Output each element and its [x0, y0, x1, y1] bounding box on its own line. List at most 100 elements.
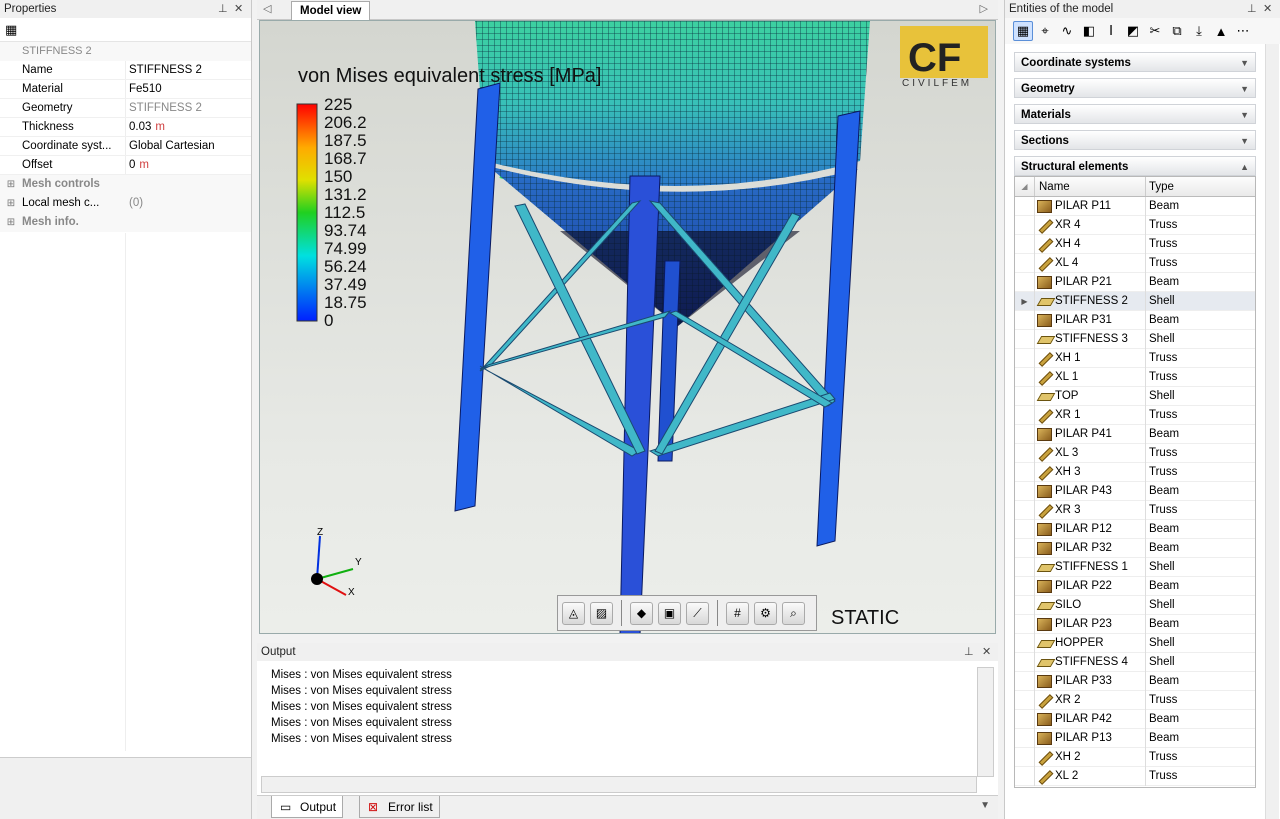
tab-model-view[interactable]: Model view: [291, 1, 371, 21]
property-row[interactable]: Material Fe510: [0, 80, 251, 99]
row-indicator[interactable]: [1015, 215, 1035, 235]
select-all-cell[interactable]: ◢: [1015, 177, 1035, 196]
support-icon[interactable]: ▲: [1211, 21, 1231, 41]
results-icon[interactable]: ▨: [590, 601, 613, 625]
output-horizontal-scrollbar[interactable]: [261, 776, 977, 793]
property-value[interactable]: STIFFNESS 2: [126, 61, 251, 79]
section-icon[interactable]: Ⅰ: [1101, 21, 1121, 41]
table-row[interactable]: XR 4 Truss: [1015, 215, 1255, 235]
mesh-icon[interactable]: #: [726, 601, 749, 625]
table-row[interactable]: PILAR P13 Beam: [1015, 728, 1255, 748]
table-row[interactable]: PILAR P33 Beam: [1015, 671, 1255, 691]
zoom-icon[interactable]: ⌕: [782, 601, 805, 625]
row-indicator[interactable]: [1015, 576, 1035, 596]
table-row[interactable]: PILAR P11 Beam: [1015, 196, 1255, 216]
property-group[interactable]: ⊞ Mesh info.: [0, 213, 251, 232]
table-row[interactable]: XR 1 Truss: [1015, 405, 1255, 425]
property-value[interactable]: 0.03 m: [126, 118, 251, 136]
output-vertical-scrollbar[interactable]: [977, 667, 994, 777]
table-row[interactable]: TOP Shell: [1015, 386, 1255, 406]
connection-icon[interactable]: ⧉: [1167, 21, 1187, 41]
table-row[interactable]: PILAR P32 Beam: [1015, 538, 1255, 558]
table-row[interactable]: STIFFNESS 4 Shell: [1015, 652, 1255, 672]
table-row[interactable]: PILAR P12 Beam: [1015, 519, 1255, 539]
row-indicator[interactable]: [1015, 329, 1035, 349]
section-materials[interactable]: Materials ▼: [1014, 104, 1256, 124]
table-row[interactable]: PILAR P41 Beam: [1015, 424, 1255, 444]
pin-icon[interactable]: ⊥: [964, 643, 974, 661]
row-indicator[interactable]: [1015, 747, 1035, 767]
curve-icon[interactable]: ∿: [1057, 21, 1077, 41]
column-header-name[interactable]: Name: [1035, 177, 1146, 196]
row-indicator[interactable]: [1015, 386, 1035, 406]
close-icon[interactable]: ✕: [1263, 0, 1272, 18]
table-row[interactable]: XH 3 Truss: [1015, 462, 1255, 482]
section-coordinate-systems[interactable]: Coordinate systems ▼: [1014, 52, 1256, 72]
line-view-icon[interactable]: ⟋: [686, 601, 709, 625]
property-group[interactable]: ⊞ Mesh controls: [0, 175, 251, 194]
expand-icon[interactable]: ⊞: [0, 213, 22, 232]
all-entities-icon[interactable]: ▦: [1013, 21, 1033, 41]
row-indicator[interactable]: [1015, 234, 1035, 254]
table-row[interactable]: XH 1 Truss: [1015, 348, 1255, 368]
expand-icon[interactable]: ⊞: [0, 175, 22, 194]
table-row[interactable]: XR 3 Truss: [1015, 500, 1255, 520]
row-indicator[interactable]: [1015, 481, 1035, 501]
pin-icon[interactable]: ⊥: [1247, 0, 1257, 18]
shell-view-icon[interactable]: ▣: [658, 601, 681, 625]
row-indicator[interactable]: [1015, 196, 1035, 216]
scroll-right-icon[interactable]: ▷: [980, 2, 988, 15]
table-row[interactable]: XR 2 Truss: [1015, 690, 1255, 710]
row-indicator[interactable]: [1015, 500, 1035, 520]
property-row[interactable]: Geometry STIFFNESS 2: [0, 99, 251, 118]
table-row[interactable]: PILAR P31 Beam: [1015, 310, 1255, 330]
close-icon[interactable]: ✕: [234, 0, 243, 18]
property-group[interactable]: ⊞ Local mesh c... (0): [0, 194, 251, 213]
table-row[interactable]: SILO Shell: [1015, 595, 1255, 615]
entities-scrollbar[interactable]: [1265, 44, 1279, 819]
table-row[interactable]: STIFFNESS 1 Shell: [1015, 557, 1255, 577]
load-icon[interactable]: ⤓: [1189, 21, 1209, 41]
row-indicator[interactable]: [1015, 538, 1035, 558]
property-value[interactable]: STIFFNESS 2: [126, 99, 251, 117]
material-cube-icon[interactable]: ◧: [1079, 21, 1099, 41]
table-row[interactable]: PILAR P23 Beam: [1015, 614, 1255, 634]
row-indicator[interactable]: [1015, 443, 1035, 463]
table-row[interactable]: XH 2 Truss: [1015, 747, 1255, 767]
table-row[interactable]: XL 2 Truss: [1015, 766, 1255, 786]
table-row[interactable]: STIFFNESS 3 Shell: [1015, 329, 1255, 349]
row-indicator[interactable]: [1015, 557, 1035, 577]
row-indicator[interactable]: [1015, 690, 1035, 710]
row-indicator[interactable]: [1015, 424, 1035, 444]
row-indicator[interactable]: [1015, 405, 1035, 425]
section-sections[interactable]: Sections ▼: [1014, 130, 1256, 150]
categorized-view-icon[interactable]: ▦: [5, 22, 17, 38]
row-indicator[interactable]: [1015, 633, 1035, 653]
row-indicator[interactable]: [1015, 348, 1035, 368]
column-header-type[interactable]: Type: [1146, 177, 1255, 196]
table-row[interactable]: PILAR P42 Beam: [1015, 709, 1255, 729]
table-row[interactable]: XL 4 Truss: [1015, 253, 1255, 273]
coordinate-system-icon[interactable]: ⌖: [1035, 21, 1055, 41]
row-indicator[interactable]: [1015, 728, 1035, 748]
table-row[interactable]: XL 1 Truss: [1015, 367, 1255, 387]
pin-icon[interactable]: ⊥: [218, 0, 228, 18]
row-indicator[interactable]: [1015, 367, 1035, 387]
property-row[interactable]: Thickness 0.03 m: [0, 118, 251, 137]
property-row[interactable]: Offset 0 m: [0, 156, 251, 175]
property-row[interactable]: Name STIFFNESS 2: [0, 61, 251, 80]
row-indicator[interactable]: [1015, 272, 1035, 292]
scroll-left-icon[interactable]: ◁: [263, 2, 271, 15]
table-row[interactable]: PILAR P22 Beam: [1015, 576, 1255, 596]
table-row[interactable]: PILAR P43 Beam: [1015, 481, 1255, 501]
tab-output[interactable]: ▭ Output: [271, 796, 344, 818]
expand-icon[interactable]: ⊞: [0, 194, 22, 213]
property-value[interactable]: 0m: [126, 156, 251, 174]
row-indicator[interactable]: [1015, 310, 1035, 330]
row-indicator[interactable]: [1015, 462, 1035, 482]
property-row[interactable]: Coordinate syst... Global Cartesian: [0, 137, 251, 156]
row-indicator[interactable]: ▶: [1015, 291, 1035, 311]
tools-icon[interactable]: ✂: [1145, 21, 1165, 41]
row-indicator[interactable]: [1015, 614, 1035, 634]
shading-icon[interactable]: ◬: [562, 601, 585, 625]
